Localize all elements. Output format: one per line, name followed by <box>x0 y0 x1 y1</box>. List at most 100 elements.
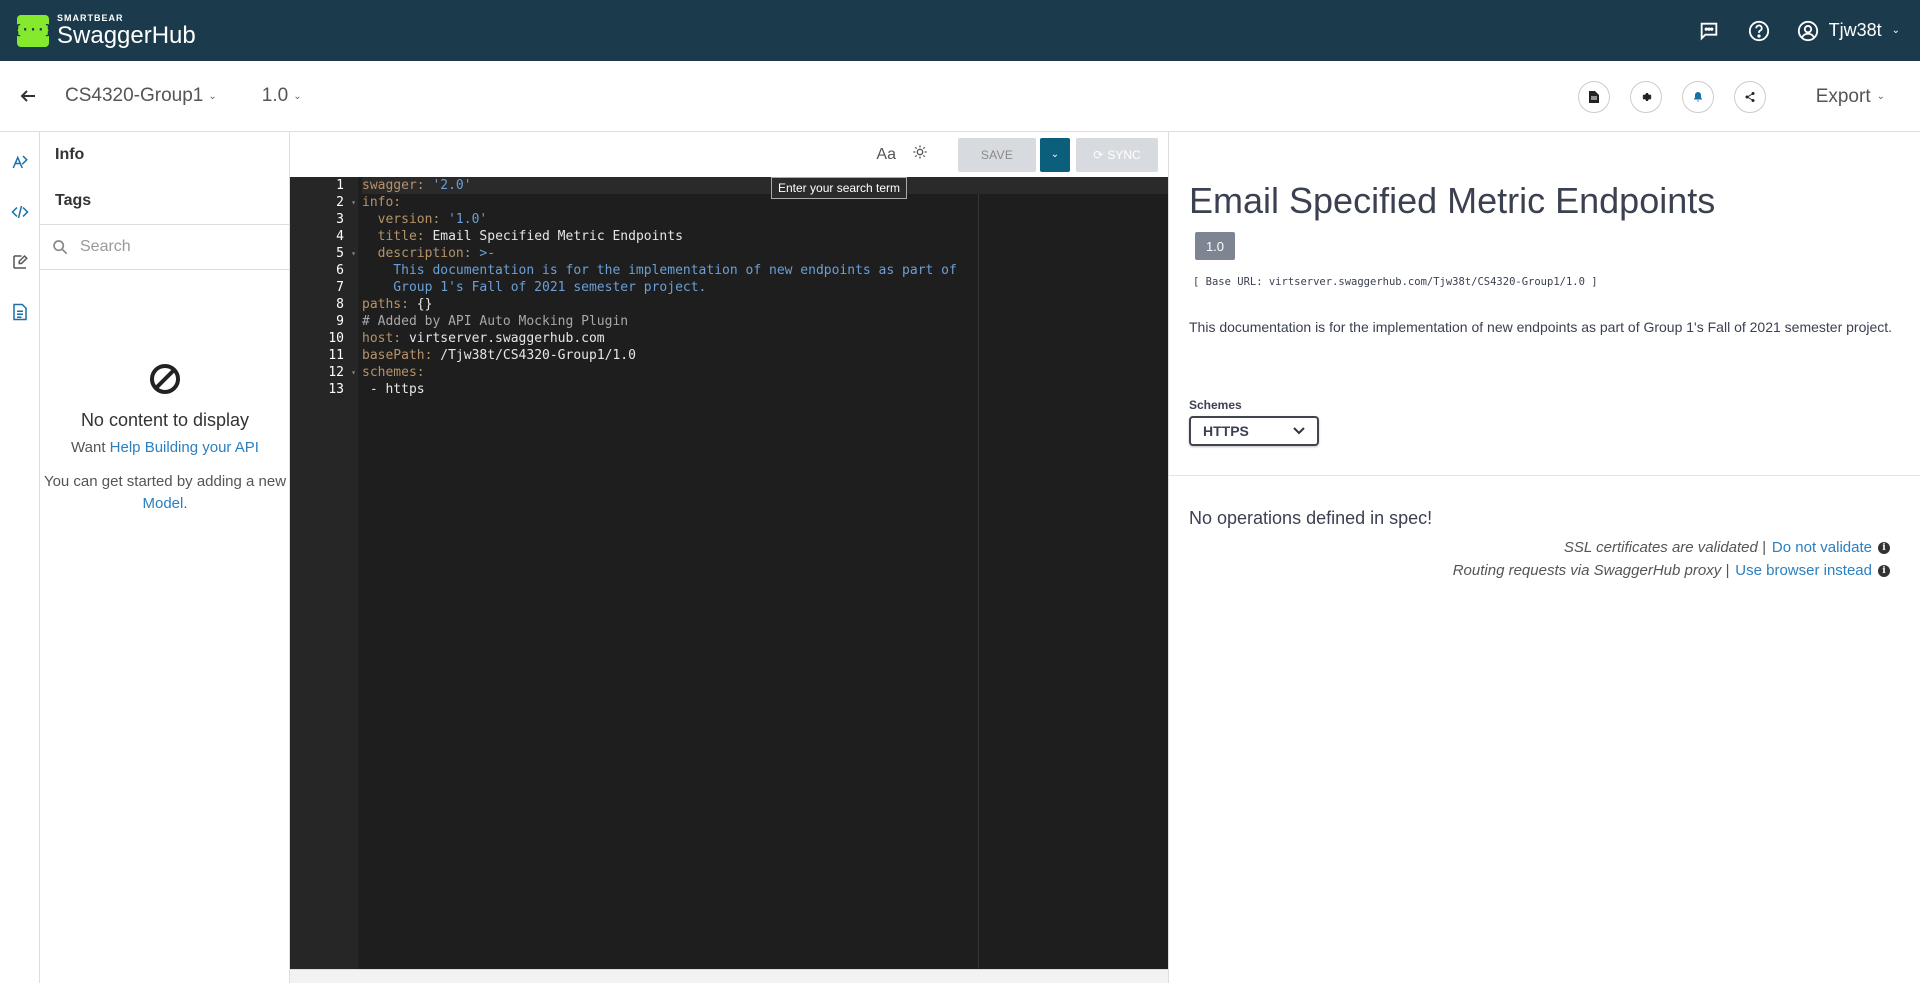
editor-toolbar: Aa SAVE ⌄ ⟳ SYNC <box>290 132 1168 177</box>
api-description: This documentation is for the implementa… <box>1189 319 1893 335</box>
search-input[interactable] <box>80 238 260 256</box>
save-options-button[interactable]: ⌄ <box>1040 137 1070 172</box>
code-line[interactable]: Group 1's Fall of 2021 semester project. <box>362 279 1168 296</box>
api-header: CS4320-Group1 ⌄ 1.0 ⌄ Export ⌄ <box>0 61 1920 132</box>
empty-help-line: Want Help Building your API <box>40 437 290 459</box>
code-token: virtserver.swaggerhub.com <box>408 331 605 346</box>
code-line[interactable]: host: virtserver.swaggerhub.com <box>362 330 1168 347</box>
font-size-toggle[interactable]: Aa <box>876 146 896 164</box>
logo-text: SMARTBEAR SwaggerHub <box>57 13 196 48</box>
api-name-dropdown[interactable]: CS4320-Group1 ⌄ <box>65 85 217 107</box>
edit-icon[interactable] <box>10 252 30 272</box>
share-button[interactable] <box>1733 80 1766 113</box>
docs-view-icon[interactable] <box>10 302 30 322</box>
use-browser-link[interactable]: Use browser instead <box>1735 562 1872 579</box>
model-link[interactable]: Model <box>142 495 183 512</box>
code-token: basePath: <box>362 348 441 363</box>
user-menu[interactable]: Tjw38t ⌄ <box>1797 20 1900 42</box>
version-badge: 1.0 <box>1195 232 1235 260</box>
bell-icon <box>1693 91 1702 101</box>
schemes-select[interactable]: HTTPS <box>1189 416 1319 446</box>
share-icon <box>1745 91 1755 102</box>
back-arrow-icon[interactable] <box>18 86 38 106</box>
proxy-text: Routing requests via SwaggerHub proxy | <box>1452 562 1730 579</box>
fold-arrow-icon[interactable]: ▾ <box>351 364 356 381</box>
help-building-api-link[interactable]: Help Building your API <box>110 439 259 456</box>
code-line[interactable]: info: <box>362 194 1168 211</box>
code-line[interactable]: # Added by API Auto Mocking Plugin <box>362 313 1168 330</box>
code-token: info: <box>362 195 402 210</box>
code-line[interactable]: basePath: /Tjw38t/CS4320-Group1/1.0 <box>362 347 1168 364</box>
sync-button[interactable]: ⟳ SYNC <box>1076 137 1158 172</box>
chevron-down-icon <box>1293 427 1305 435</box>
code-token: - https <box>362 382 425 397</box>
line-number: 13 <box>328 382 344 397</box>
info-icon[interactable]: i <box>1878 564 1890 577</box>
code-line[interactable]: swagger: '2.0' <box>362 177 1168 194</box>
ssl-note: SSL certificates are validated | Do not … <box>1564 539 1890 556</box>
empty-started-text: You can get started by adding a new <box>43 473 287 490</box>
save-button[interactable]: SAVE <box>958 137 1036 172</box>
schemes-value: HTTPS <box>1203 423 1249 439</box>
api-version-dropdown[interactable]: 1.0 ⌄ <box>262 85 302 107</box>
no-content-icon <box>148 362 182 396</box>
code-token: swagger: <box>362 178 433 193</box>
search-tooltip: Enter your search term <box>771 177 908 199</box>
api-title: Email Specified Metric Endpoints <box>1189 180 1716 221</box>
export-dropdown[interactable]: Export ⌄ <box>1816 86 1885 108</box>
code-token: description: <box>362 246 480 261</box>
nav-search <box>40 224 289 270</box>
document-button[interactable] <box>1577 80 1610 113</box>
fold-arrow-icon[interactable]: ▾ <box>351 245 356 262</box>
line-number: 9 <box>336 314 344 329</box>
code-token: paths: <box>362 297 417 312</box>
fold-arrow-icon[interactable]: ▾ <box>351 194 356 211</box>
settings-button[interactable] <box>1629 80 1662 113</box>
code-line[interactable]: - https <box>362 381 1168 398</box>
editor-panel: Aa SAVE ⌄ ⟳ SYNC Enter your search term … <box>290 132 1168 983</box>
no-operations-text: No operations defined in spec! <box>1189 508 1433 528</box>
line-number: 6 <box>336 263 344 278</box>
info-icon[interactable]: i <box>1878 541 1890 554</box>
code-token: '2.0' <box>432 178 472 193</box>
nav-item-info[interactable]: Info <box>40 132 289 178</box>
code-token: {} <box>416 297 433 312</box>
code-token: version: <box>362 212 449 227</box>
sync-icon: ⟳ <box>1093 147 1104 162</box>
code-lines[interactable]: swagger: '2.0' info: version: '1.0' title… <box>362 177 1168 398</box>
notifications-button[interactable] <box>1681 80 1714 113</box>
line-number: 12 ▾ <box>328 364 356 381</box>
chat-icon[interactable] <box>1697 19 1721 43</box>
help-icon[interactable] <box>1747 19 1771 43</box>
api-name: CS4320-Group1 <box>65 85 204 106</box>
api-actions: Export ⌄ <box>1577 61 1885 132</box>
chevron-down-icon: ⌄ <box>293 90 302 102</box>
username: Tjw38t <box>1828 20 1882 40</box>
chevron-down-icon: ⌄ <box>208 90 217 102</box>
code-line[interactable]: paths: {} <box>362 296 1168 313</box>
do-not-validate-link[interactable]: Do not validate <box>1772 539 1872 556</box>
nav-item-tags[interactable]: Tags <box>40 178 289 224</box>
divider <box>1169 475 1920 476</box>
line-gutter: 1 2 ▾ 3 4 5 ▾ 6 7 8 9 10 11 12 ▾ 13 <box>290 177 358 969</box>
navigation-panel: Info Tags No content to display Want Hel… <box>40 132 290 983</box>
code-view-icon[interactable] <box>10 202 30 222</box>
code-line[interactable]: description: >- <box>362 245 1168 262</box>
code-line[interactable]: This documentation is for the implementa… <box>362 262 1168 279</box>
user-icon <box>1797 20 1818 41</box>
code-line[interactable]: schemes: <box>362 364 1168 381</box>
empty-started-line: You can get started by adding a new Mode… <box>40 471 290 515</box>
swaggerhub-logo[interactable]: {···} SMARTBEAR SwaggerHub <box>13 13 196 48</box>
empty-period: . <box>183 495 188 512</box>
code-line[interactable]: version: '1.0' <box>362 211 1168 228</box>
design-view-icon[interactable] <box>10 152 30 172</box>
gear-icon <box>1642 92 1652 101</box>
code-token: Group 1's Fall of 2021 semester project. <box>362 280 707 295</box>
code-line[interactable]: title: Email Specified Metric Endpoints <box>362 228 1168 245</box>
code-editor[interactable]: 1 2 ▾ 3 4 5 ▾ 6 7 8 9 10 11 12 ▾ 13 swagger: '2.0' info:… <box>290 177 1168 969</box>
editor-status-bar <box>290 969 1168 983</box>
top-navbar: {···} SMARTBEAR SwaggerHub Tjw38t ⌄ <box>0 0 1920 61</box>
code-token: Email Specified Metric Endpoints <box>432 229 683 244</box>
theme-sun-icon[interactable] <box>912 144 928 165</box>
chevron-down-icon: ⌄ <box>1876 91 1885 102</box>
